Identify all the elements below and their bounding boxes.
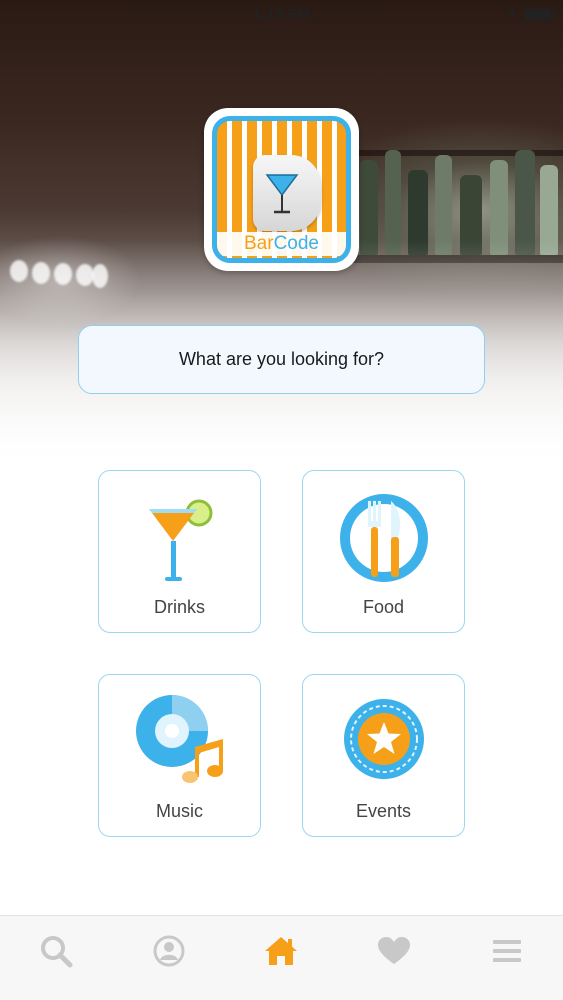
status-time: 1:15 PM [253, 6, 310, 23]
tab-profile[interactable] [113, 916, 226, 1000]
tab-bar [0, 915, 563, 1000]
fork-knife-plate-icon [340, 494, 428, 582]
category-music-button[interactable]: Music [98, 674, 261, 837]
search-icon [41, 936, 73, 968]
category-events-button[interactable]: Events [302, 674, 465, 837]
logo-wordmark: BarCode [217, 232, 346, 256]
location-arrow-icon [506, 9, 516, 19]
logo-word-bar: Bar [244, 233, 274, 254]
search-prompt-label: What are you looking for? [178, 349, 385, 369]
tab-search[interactable] [0, 916, 113, 1000]
home-icon [265, 937, 298, 965]
status-bar: 1:15 PM [0, 0, 563, 30]
cocktail-icon [149, 499, 213, 581]
category-food-label: Food [362, 597, 405, 617]
category-food-button[interactable]: Food [302, 470, 465, 633]
category-music-label: Music [155, 801, 203, 821]
star-badge-icon [344, 699, 424, 779]
tab-menu[interactable] [450, 916, 563, 1000]
category-events-label: Events [355, 801, 412, 821]
app-logo: BarCode [204, 108, 359, 271]
logo-word-code: Code [273, 233, 319, 254]
martini-glass-icon [265, 174, 299, 214]
category-drinks-button[interactable]: Drinks [98, 470, 261, 633]
logo-b-shape [253, 155, 321, 231]
disc-music-note-icon [136, 695, 223, 783]
heart-icon [378, 937, 411, 964]
search-prompt-button[interactable]: What are you looking for? [78, 325, 485, 394]
tab-favorites[interactable] [338, 916, 451, 1000]
tab-home[interactable] [225, 916, 338, 1000]
profile-icon [153, 935, 185, 967]
battery-icon [523, 8, 556, 21]
category-drinks-label: Drinks [153, 597, 205, 617]
menu-icon [492, 940, 521, 962]
